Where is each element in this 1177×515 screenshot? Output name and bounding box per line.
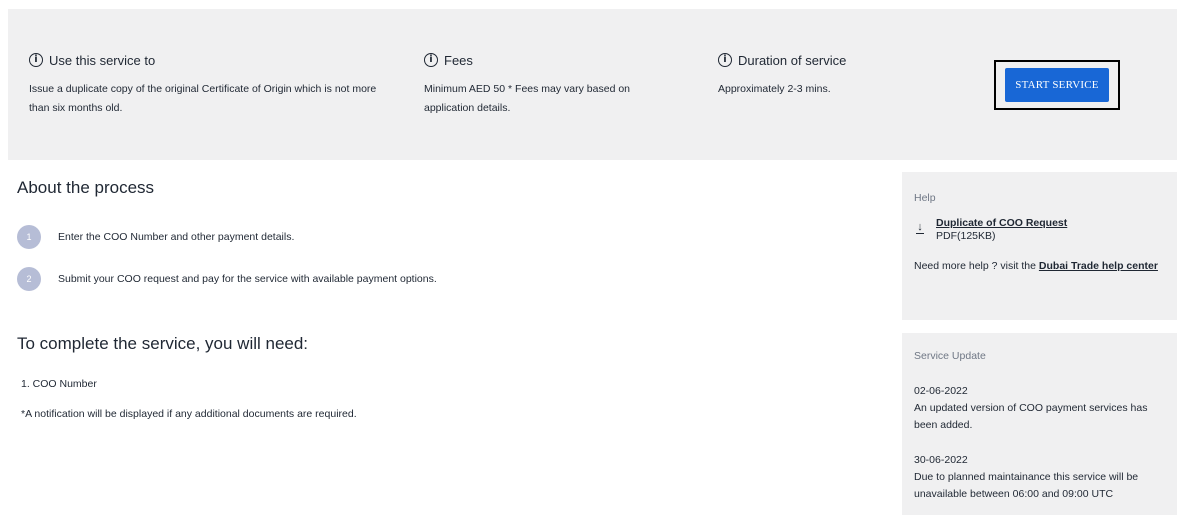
update-entry: 30-06-2022 Due to planned maintainance t…: [914, 452, 1172, 503]
start-service-focus-ring: START SERVICE: [994, 60, 1120, 110]
update-entry: 02-06-2022 An updated version of COO pay…: [914, 383, 1172, 434]
document-link[interactable]: Duplicate of COO Request: [936, 217, 1067, 229]
more-help-text: Need more help ? visit the Dubai Trade h…: [914, 260, 1158, 272]
fees-description: Minimum AED 50 * Fees may vary based on …: [424, 83, 631, 114]
service-update-label: Service Update: [914, 350, 986, 362]
help-card: Help ↓ Duplicate of COO Request PDF(125K…: [902, 172, 1177, 320]
process-step: 2 Submit your COO request and pay for th…: [17, 267, 437, 291]
duration-section: i Duration of service Approximately 2-3 …: [718, 52, 938, 99]
step-text: Enter the COO Number and other payment d…: [58, 231, 295, 243]
step-number-badge: 1: [17, 225, 41, 249]
service-info-panel: i Use this service to Issue a duplicate …: [8, 9, 1177, 160]
download-icon[interactable]: ↓: [914, 222, 926, 242]
help-center-link[interactable]: Dubai Trade help center: [1039, 260, 1158, 272]
step-number-badge: 2: [17, 267, 41, 291]
help-document: ↓ Duplicate of COO Request PDF(125KB): [914, 217, 1067, 242]
update-text: Due to planned maintainance this service…: [914, 471, 1139, 500]
update-date: 02-06-2022: [914, 385, 968, 397]
update-date: 30-06-2022: [914, 454, 968, 466]
process-step: 1 Enter the COO Number and other payment…: [17, 225, 294, 249]
use-service-title: Use this service to: [49, 52, 156, 68]
start-service-button[interactable]: START SERVICE: [1005, 68, 1109, 102]
update-text: An updated version of COO payment servic…: [914, 402, 1148, 431]
requirements-title: To complete the service, you will need:: [17, 334, 309, 353]
info-icon: i: [718, 53, 732, 67]
info-icon: i: [424, 53, 438, 67]
fees-title: Fees: [444, 52, 473, 68]
about-process-title: About the process: [17, 178, 155, 197]
fees-section: i Fees Minimum AED 50 * Fees may vary ba…: [424, 52, 674, 118]
requirement-item: 1. COO Number: [21, 378, 97, 390]
requirements-note: *A notification will be displayed if any…: [21, 408, 357, 420]
duration-description: Approximately 2-3 mins.: [718, 83, 831, 95]
info-icon: i: [29, 53, 43, 67]
use-service-description: Issue a duplicate copy of the original C…: [29, 83, 377, 114]
service-update-card: Service Update 02-06-2022 An updated ver…: [902, 333, 1177, 515]
document-file-info: PDF(125KB): [936, 230, 996, 242]
help-label: Help: [914, 192, 936, 204]
use-service-section: i Use this service to Issue a duplicate …: [29, 52, 389, 118]
duration-title: Duration of service: [738, 52, 847, 68]
step-text: Submit your COO request and pay for the …: [58, 273, 437, 285]
